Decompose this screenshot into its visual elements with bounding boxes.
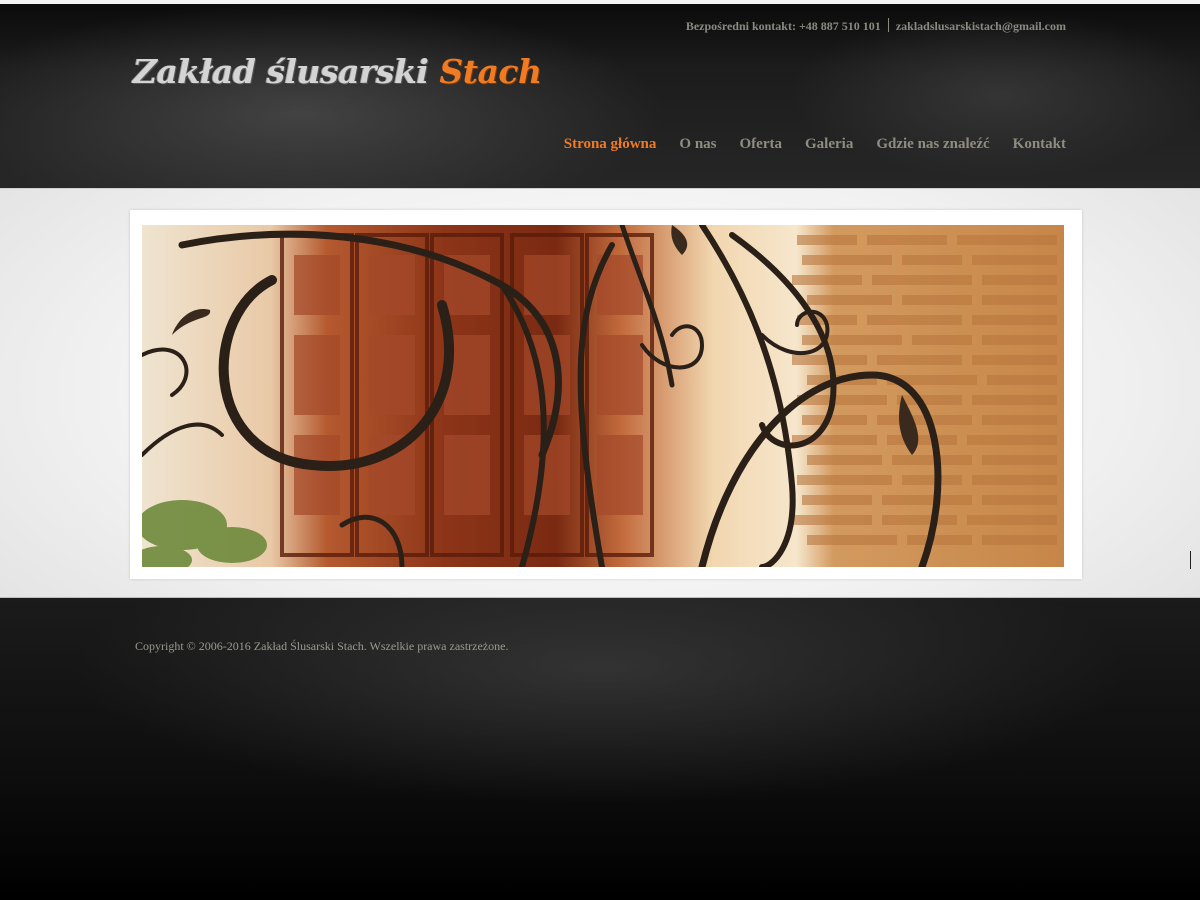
nav-item-home[interactable]: Strona główna [564, 136, 657, 153]
hero-band [0, 188, 1200, 598]
nav-item-location[interactable]: Gdzie nas znaleźć [876, 136, 989, 153]
contact-phone: Bezpośredni kontakt: +48 887 510 101 [685, 19, 881, 33]
main-navigation: Strona główna O nas Oferta Galeria Gdzie… [564, 136, 1066, 153]
contact-info: Bezpośredni kontakt: +48 887 510 101 zakl… [686, 18, 1066, 34]
site-header: Bezpośredni kontakt: +48 887 510 101 zakl… [0, 4, 1200, 188]
logo-text-main: Zakład ślusarski [133, 52, 440, 91]
nav-item-gallery[interactable]: Galeria [805, 136, 853, 153]
hero-image-wrought-iron-railing [142, 225, 1064, 567]
logo-text-accent: Stach [439, 52, 542, 91]
nav-item-offer[interactable]: Oferta [740, 136, 782, 153]
nav-item-about[interactable]: O nas [679, 136, 716, 153]
contact-separator [887, 18, 889, 32]
site-logo[interactable]: Zakład ślusarski Stach [133, 50, 542, 94]
hero-image-frame [130, 210, 1082, 579]
hero-image-graphic [142, 225, 1057, 567]
nav-item-contact[interactable]: Kontakt [1013, 136, 1066, 153]
contact-email-link[interactable]: zakladslusarskistach@gmail.com [896, 19, 1066, 33]
site-footer: Copyright © 2006-2016 Zakład Ślusarski S… [0, 598, 1200, 900]
copyright-text: Copyright © 2006-2016 Zakład Ślusarski S… [135, 639, 509, 653]
text-cursor-icon [1190, 551, 1193, 569]
